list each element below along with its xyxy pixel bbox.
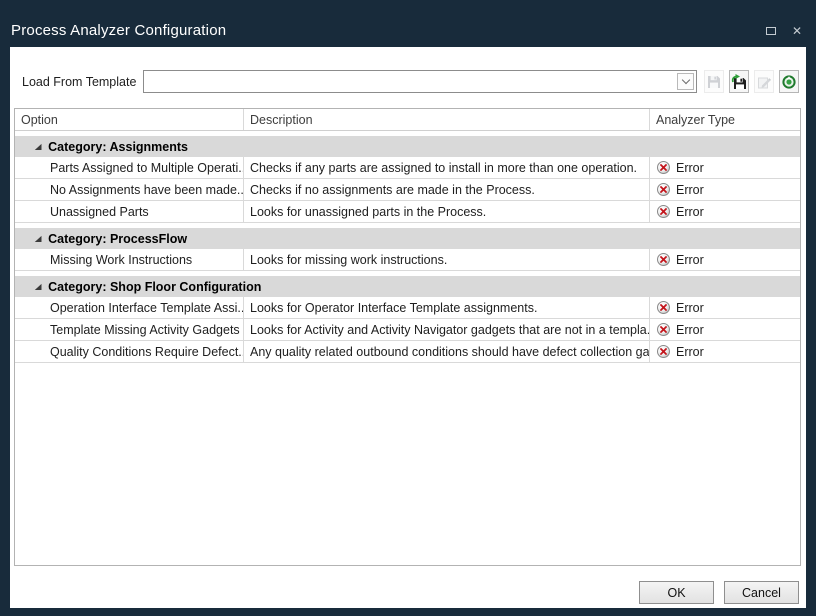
option-cell: Missing Work Instructions [15, 249, 244, 270]
description-cell: Checks if no assignments are made in the… [244, 179, 650, 200]
error-icon [657, 323, 670, 336]
analyzer-type-cell: Error [650, 179, 800, 200]
chevron-down-icon [681, 76, 689, 84]
grid-rows: ◢ Category: Assignments Parts Assigned to … [15, 136, 800, 363]
analyzer-option-row[interactable]: Parts Assigned to Multiple Operati...Che… [15, 157, 800, 179]
analyzer-option-row[interactable]: No Assignments have been made...Checks i… [15, 179, 800, 201]
dialog-footer: OK Cancel [639, 581, 799, 604]
template-combobox-input[interactable] [144, 71, 696, 92]
edit-template-button[interactable] [754, 70, 774, 93]
description-cell: Looks for Activity and Activity Navigato… [244, 319, 650, 340]
option-cell: Operation Interface Template Assi... [15, 297, 244, 318]
error-icon [657, 253, 670, 266]
description-cell: Checks if any parts are assigned to inst… [244, 157, 650, 178]
window-title: Process Analyzer Configuration [11, 22, 226, 39]
analyzer-type-label: Error [676, 345, 704, 359]
analyzer-type-cell: Error [650, 341, 800, 362]
close-icon: ✕ [792, 24, 802, 38]
error-icon [657, 161, 670, 174]
column-header-analyzer-type[interactable]: Analyzer Type [650, 109, 800, 130]
combobox-dropdown-button[interactable] [677, 73, 694, 90]
group-expander-icon[interactable]: ◢ [35, 283, 42, 291]
analyzer-type-cell: Error [650, 249, 800, 270]
load-from-template-label: Load From Template [22, 75, 136, 89]
edit-template-icon [757, 75, 771, 89]
analyzer-option-row[interactable]: Template Missing Activity GadgetsLooks f… [15, 319, 800, 341]
ok-button[interactable]: OK [639, 581, 714, 604]
maximize-button[interactable] [766, 27, 776, 35]
analyzer-type-cell: Error [650, 319, 800, 340]
cancel-button[interactable]: Cancel [724, 581, 799, 604]
save-template-button[interactable] [704, 70, 724, 93]
group-label: Category: Shop Floor Configuration [48, 280, 261, 294]
group-expander-icon[interactable]: ◢ [35, 235, 42, 243]
analyzer-type-label: Error [676, 301, 704, 315]
option-cell: Unassigned Parts [15, 201, 244, 222]
option-cell: Quality Conditions Require Defect... [15, 341, 244, 362]
description-cell: Any quality related outbound conditions … [244, 341, 650, 362]
analyzer-type-label: Error [676, 161, 704, 175]
analyzer-option-row[interactable]: Quality Conditions Require Defect...Any … [15, 341, 800, 363]
group-label: Category: Assignments [48, 140, 188, 154]
group-label: Category: ProcessFlow [48, 232, 187, 246]
template-toolbar: Load From Template [10, 70, 806, 93]
analyzer-option-row[interactable]: Unassigned PartsLooks for unassigned par… [15, 201, 800, 223]
dialog-content: Load From Template [10, 47, 806, 608]
error-icon [657, 183, 670, 196]
group-header-row[interactable]: ◢ Category: Assignments [15, 136, 800, 157]
analyzer-type-label: Error [676, 253, 704, 267]
column-header-description[interactable]: Description [244, 109, 650, 130]
column-header-option[interactable]: Option [15, 109, 244, 130]
group-header-row[interactable]: ◢ Category: ProcessFlow [15, 228, 800, 249]
error-icon [657, 205, 670, 218]
group-expander-icon[interactable]: ◢ [35, 143, 42, 151]
close-button[interactable]: ✕ [792, 26, 802, 36]
analyzer-option-row[interactable]: Missing Work InstructionsLooks for missi… [15, 249, 800, 271]
description-cell: Looks for Operator Interface Template as… [244, 297, 650, 318]
refresh-button[interactable] [779, 70, 799, 93]
title-bar: Process Analyzer Configuration ✕ [0, 0, 816, 47]
refresh-icon [781, 74, 797, 90]
toolbar-buttons [704, 70, 799, 93]
error-icon [657, 345, 670, 358]
description-cell: Looks for missing work instructions. [244, 249, 650, 270]
load-template-from-file-button[interactable] [729, 70, 749, 93]
grid-header: Option Description Analyzer Type [15, 109, 800, 131]
group-header-row[interactable]: ◢ Category: Shop Floor Configuration [15, 276, 800, 297]
option-cell: No Assignments have been made... [15, 179, 244, 200]
analyzer-option-row[interactable]: Operation Interface Template Assi...Look… [15, 297, 800, 319]
description-cell: Looks for unassigned parts in the Proces… [244, 201, 650, 222]
load-template-from-file-icon [731, 74, 747, 90]
analyzer-type-cell: Error [650, 201, 800, 222]
analyzer-type-label: Error [676, 205, 704, 219]
analyzer-type-label: Error [676, 183, 704, 197]
process-analyzer-configuration-dialog: { "window": { "title": "Process Analyzer… [0, 0, 816, 616]
analyzer-options-grid: Option Description Analyzer Type ◢ Catego… [14, 108, 801, 566]
error-icon [657, 301, 670, 314]
save-template-icon [707, 75, 721, 89]
template-combobox[interactable] [143, 70, 697, 93]
analyzer-type-cell: Error [650, 297, 800, 318]
analyzer-type-cell: Error [650, 157, 800, 178]
analyzer-type-label: Error [676, 323, 704, 337]
option-cell: Parts Assigned to Multiple Operati... [15, 157, 244, 178]
option-cell: Template Missing Activity Gadgets [15, 319, 244, 340]
window-controls: ✕ [750, 26, 802, 36]
maximize-icon [766, 27, 776, 35]
